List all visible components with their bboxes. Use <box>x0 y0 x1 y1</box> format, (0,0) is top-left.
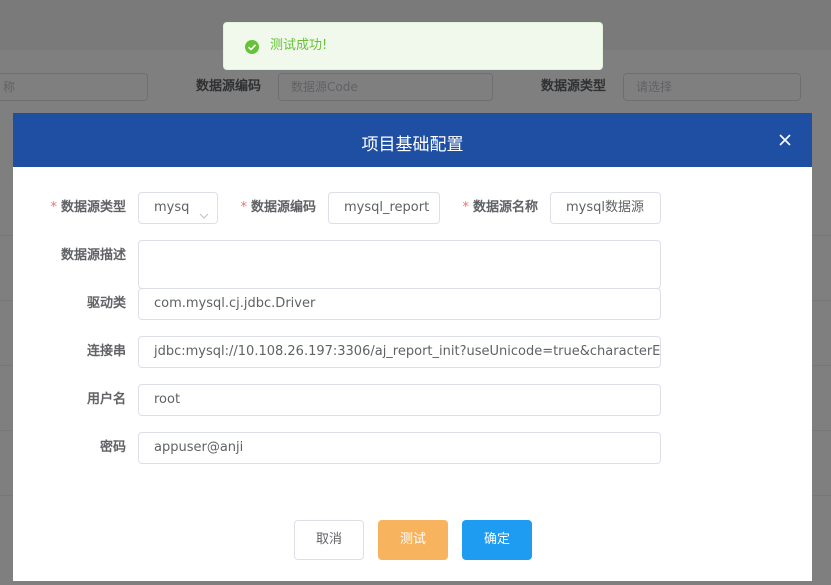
cancel-button[interactable]: 取消 <box>294 520 364 560</box>
source-name-input[interactable]: mysql数据源 <box>550 192 661 224</box>
username-label: 用户名 <box>86 392 126 407</box>
source-name-label: * 数据源名称 <box>462 200 538 215</box>
success-toast: 测试成功! <box>223 22 603 70</box>
close-icon[interactable] <box>778 133 792 147</box>
test-button[interactable]: 测试 <box>378 520 448 560</box>
toast-message: 测试成功! <box>270 38 328 53</box>
url-input[interactable]: jdbc:mysql://10.108.26.197:3306/aj_repor… <box>138 336 661 368</box>
source-code-input[interactable]: mysql_report <box>328 192 440 224</box>
password-label: 密码 <box>99 440 126 455</box>
username-input[interactable]: root <box>138 384 661 416</box>
driver-input[interactable]: com.mysql.cj.jdbc.Driver <box>138 288 661 320</box>
url-label: 连接串 <box>86 344 126 359</box>
source-type-label: * 数据源类型 <box>50 200 126 215</box>
dialog-header: 项目基础配置 <box>13 113 812 167</box>
check-circle-icon <box>244 39 260 55</box>
description-textarea[interactable] <box>138 240 661 289</box>
resize-grip-icon[interactable] <box>650 278 658 286</box>
dialog-title: 项目基础配置 <box>361 135 464 155</box>
confirm-button[interactable]: 确定 <box>462 520 532 560</box>
password-input[interactable]: appuser@anji <box>138 432 661 464</box>
required-mark: * <box>50 200 57 215</box>
driver-label: 驱动类 <box>86 296 126 311</box>
source-code-label: * 数据源编码 <box>240 200 316 215</box>
required-mark: * <box>462 200 469 215</box>
required-mark: * <box>240 200 247 215</box>
config-dialog: 项目基础配置 * 数据源类型 mysq * 数据源编码 mysql_report *… <box>13 113 812 581</box>
description-label: 数据源描述 <box>60 248 126 263</box>
